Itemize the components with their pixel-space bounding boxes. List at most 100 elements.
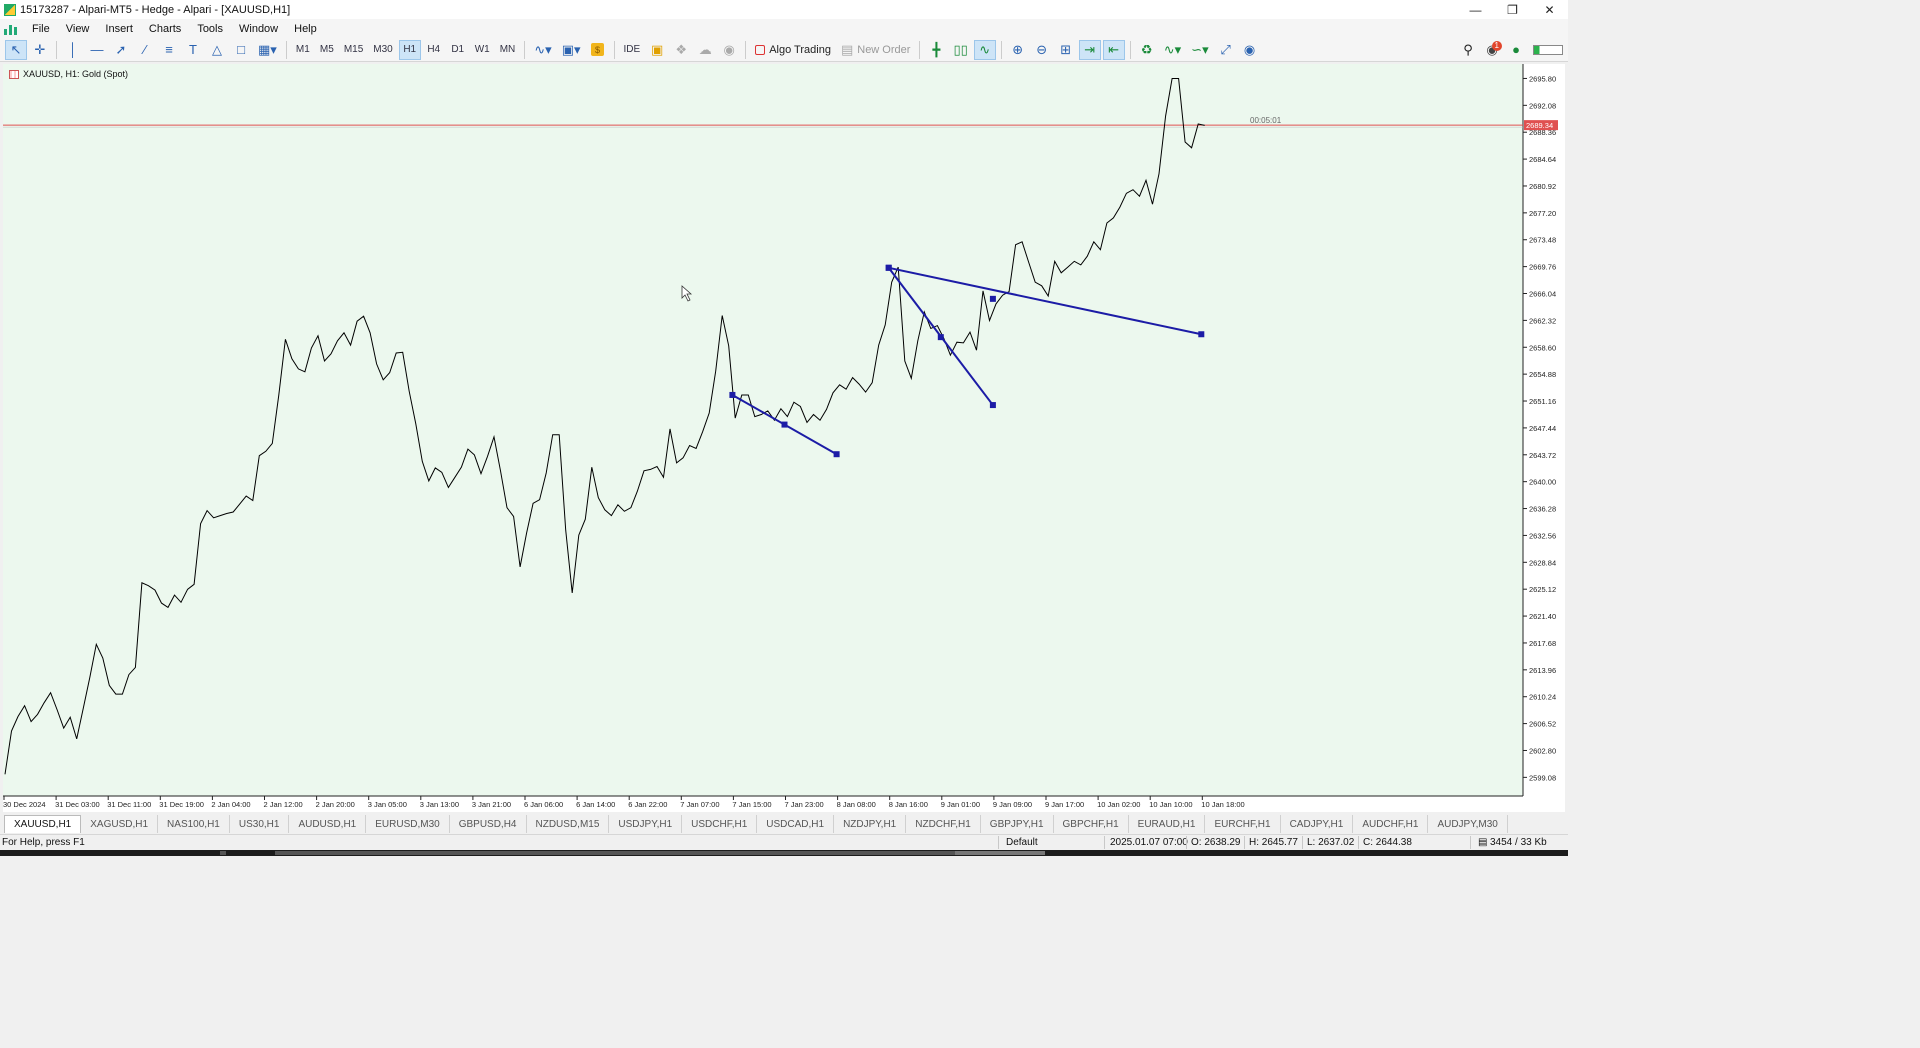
candlestick-icon[interactable]: ▯▯	[949, 40, 971, 60]
timeframe-mn[interactable]: MN	[496, 40, 520, 60]
tab-cadjpy-h1[interactable]: CADJPY,H1	[1281, 815, 1354, 833]
chart-window[interactable]: 2695.80 2692.08 2688.36 2684.64 2680.92 2677.…	[3, 64, 1565, 812]
tab-eurchf-h1[interactable]: EURCHF,H1	[1205, 815, 1281, 833]
tab-eurusd-m30[interactable]: EURUSD,M30	[366, 815, 450, 833]
chart-symbol-label: XAUUSD, H1: Gold (Spot)	[9, 69, 128, 79]
account-icon[interactable]: ●	[1505, 40, 1527, 60]
tab-nas100-h1[interactable]: NAS100,H1	[158, 815, 230, 833]
menu-file[interactable]: File	[24, 23, 58, 35]
tab-xauusd-h1[interactable]: XAUUSD,H1	[4, 815, 82, 833]
line-chart-icon[interactable]: ∿	[973, 39, 996, 60]
zoom-in-icon[interactable]: ⊕	[1007, 40, 1029, 60]
timeframe-m5[interactable]: M5	[316, 40, 338, 60]
text-tool-icon[interactable]: T	[182, 40, 204, 60]
search-icon[interactable]: ⚲	[1457, 40, 1479, 60]
y-tick-label: 2662.32	[1529, 316, 1556, 325]
menu-help[interactable]: Help	[286, 23, 325, 35]
fullscreen-icon[interactable]: ⤢	[1215, 40, 1237, 60]
y-tick-label: 2617.68	[1529, 639, 1556, 648]
trendline-handle[interactable]	[781, 421, 788, 428]
tab-xagusd-h1[interactable]: XAGUSD,H1	[81, 815, 159, 833]
trendline-handle[interactable]	[1198, 331, 1205, 338]
menu-view[interactable]: View	[58, 23, 98, 35]
trendline-handle[interactable]	[885, 264, 892, 271]
chart-title: XAUUSD, H1: Gold (Spot)	[23, 69, 129, 79]
triangle-tool-icon[interactable]: △	[206, 40, 228, 60]
tab-gbpusd-h4[interactable]: GBPUSD,H4	[450, 815, 527, 833]
trendline-handle[interactable]	[833, 451, 840, 458]
timeframe-m1[interactable]: M1	[292, 40, 314, 60]
trendline-handle[interactable]	[989, 295, 996, 302]
tab-gbpjpy-h1[interactable]: GBPJPY,H1	[981, 815, 1054, 833]
bar-chart-icon[interactable]: ╋	[925, 40, 947, 60]
minimize-icon[interactable]: —	[1457, 0, 1494, 19]
horizontal-line-icon[interactable]: —	[86, 40, 108, 60]
status-separator	[1302, 836, 1303, 849]
ide-button[interactable]: IDE	[620, 40, 645, 60]
community-icon[interactable]: ◉	[718, 40, 740, 60]
indicators-menu-icon[interactable]: ∿▾	[530, 40, 555, 60]
trend-line-icon[interactable]: ➚	[110, 40, 132, 60]
templates-menu-icon[interactable]: ▣▾	[558, 40, 585, 60]
x-tick-label: 6 Jan 14:00	[576, 800, 615, 809]
channel-icon[interactable]: ∕	[134, 40, 156, 60]
tab-usdjpy-h1[interactable]: USDJPY,H1	[609, 815, 683, 833]
zoom-out-icon[interactable]: ⊖	[1031, 40, 1053, 60]
notifications-icon[interactable]: ◉ 1	[1481, 40, 1503, 60]
menu-tools[interactable]: Tools	[189, 23, 231, 35]
tab-audchf-h1[interactable]: AUDCHF,H1	[1353, 815, 1429, 833]
lock-icon[interactable]: ▣	[646, 40, 668, 60]
screenshot-icon[interactable]: ◉	[1239, 40, 1261, 60]
y-tick-label: 2643.72	[1529, 451, 1556, 460]
tab-audjpy-m30[interactable]: AUDJPY,M30	[1428, 815, 1508, 833]
market-icon[interactable]: $	[587, 40, 609, 60]
tab-nzdchf-h1[interactable]: NZDCHF,H1	[906, 815, 981, 833]
y-tick-label: 2621.40	[1529, 612, 1556, 621]
tab-us30-h1[interactable]: US30,H1	[230, 815, 290, 833]
tab-euraud-h1[interactable]: EURAUD,H1	[1129, 815, 1206, 833]
timeframe-d1[interactable]: D1	[447, 40, 469, 60]
tab-gbpchf-h1[interactable]: GBPCHF,H1	[1054, 815, 1129, 833]
algo-trading-button[interactable]: Algo Trading	[751, 40, 835, 60]
tab-usdchf-h1[interactable]: USDCHF,H1	[682, 815, 758, 833]
status-separator	[1244, 836, 1245, 849]
restore-icon[interactable]: ❐	[1494, 0, 1531, 19]
crosshair-tool-icon[interactable]: ✛	[29, 40, 51, 60]
tab-nzdjpy-h1[interactable]: NZDJPY,H1	[834, 815, 907, 833]
tile-windows-icon[interactable]: ⊞	[1055, 40, 1077, 60]
menu-window[interactable]: Window	[231, 23, 286, 35]
cursor-tool-icon[interactable]: ↖	[5, 39, 27, 60]
close-icon[interactable]: ✕	[1531, 0, 1568, 19]
vertical-line-icon[interactable]: │	[62, 40, 84, 60]
tab-nzdusd-m15[interactable]: NZDUSD,M15	[527, 815, 610, 833]
chart-shift-icon[interactable]: ⇤	[1102, 39, 1125, 60]
indicators-list-icon[interactable]: ∿▾	[1160, 40, 1185, 60]
shapes-menu-icon[interactable]: ▦▾	[254, 40, 281, 60]
algo-trading-icon	[755, 44, 766, 55]
x-tick-label: 7 Jan 07:00	[680, 800, 719, 809]
chart-menu-icon[interactable]	[4, 23, 18, 35]
objects-list-icon[interactable]: ∽▾	[1187, 40, 1212, 60]
tab-audusd-h1[interactable]: AUDUSD,H1	[289, 815, 367, 833]
trendline-handle[interactable]	[729, 391, 736, 398]
trendline-handle[interactable]	[937, 334, 944, 341]
auto-scroll-icon[interactable]: ⇥	[1078, 39, 1101, 60]
price-chart[interactable]: 2695.802692.082688.362684.642680.922677.…	[3, 64, 1565, 812]
menu-charts[interactable]: Charts	[141, 23, 189, 35]
timeframe-m30[interactable]: M30	[369, 40, 396, 60]
rectangle-tool-icon[interactable]: □	[230, 40, 252, 60]
timeframe-h1[interactable]: H1	[398, 39, 421, 60]
timeframe-m15[interactable]: M15	[340, 40, 367, 60]
trendline-handle[interactable]	[989, 402, 996, 409]
menu-insert[interactable]: Insert	[97, 23, 141, 35]
toolbar-separator	[1129, 40, 1131, 59]
fibonacci-icon[interactable]: ≡	[158, 40, 180, 60]
timeframe-h4[interactable]: H4	[423, 40, 445, 60]
status-profile[interactable]: Default	[1006, 837, 1038, 848]
tab-usdcad-h1[interactable]: USDCAD,H1	[757, 815, 835, 833]
vps-icon[interactable]: ☁	[694, 40, 716, 60]
new-order-button[interactable]: ▤ New Order	[837, 40, 914, 60]
strategy-tester-icon[interactable]: ♻	[1136, 40, 1158, 60]
signal-icon[interactable]: ❖	[670, 40, 692, 60]
timeframe-w1[interactable]: W1	[471, 40, 494, 60]
